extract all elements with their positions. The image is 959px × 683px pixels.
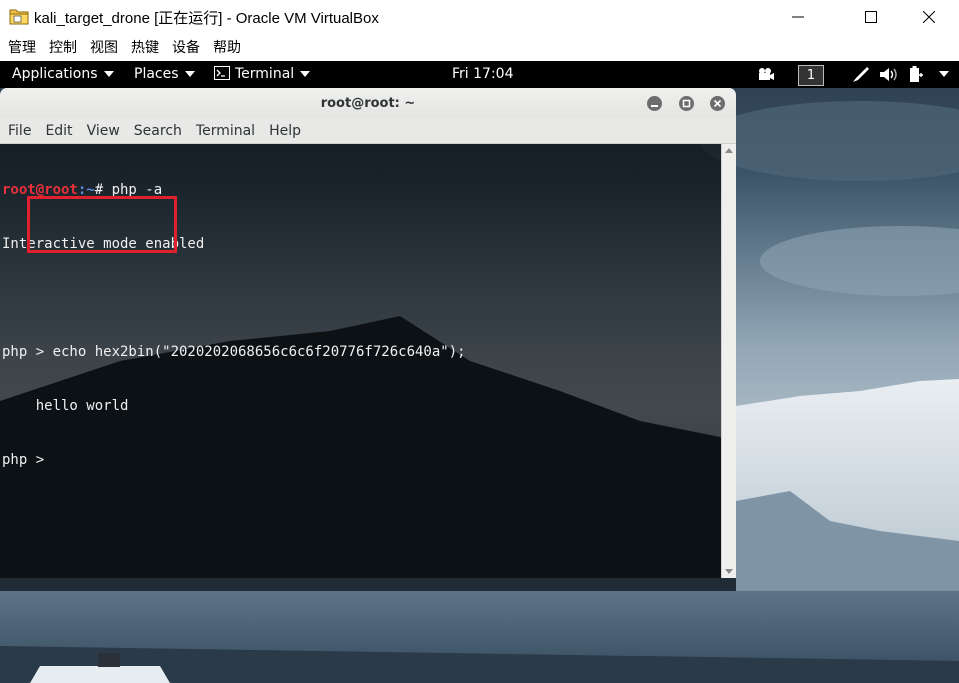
terminal-menu-terminal[interactable]: Terminal xyxy=(189,118,262,143)
menu-control[interactable]: 控制 xyxy=(44,35,82,61)
close-icon xyxy=(923,10,935,23)
red-highlight-annotation xyxy=(27,196,177,253)
terminal-minimize-button[interactable] xyxy=(647,96,662,111)
video-camera-icon[interactable] xyxy=(757,67,775,85)
terminal-line: hello world xyxy=(2,398,129,414)
terminal-icon xyxy=(214,66,230,80)
workspace-indicator[interactable]: 1 xyxy=(798,65,824,86)
terminal-scrollbar[interactable] xyxy=(721,144,736,578)
battery-icon[interactable] xyxy=(908,66,924,87)
vbox-titlebar: kali_target_drone [正在运行] - Oracle VM Vir… xyxy=(0,0,959,33)
virtualbox-folder-icon xyxy=(9,7,29,25)
menu-view[interactable]: 视图 xyxy=(85,35,123,61)
terminal-menubar: File Edit View Search Terminal Help xyxy=(0,118,736,144)
chevron-down-icon xyxy=(300,71,311,77)
close-icon xyxy=(713,99,722,108)
pen-tool-icon[interactable] xyxy=(852,66,870,87)
maximize-button[interactable] xyxy=(848,0,894,33)
terminal-menu-file[interactable]: File xyxy=(0,118,38,143)
volume-icon[interactable] xyxy=(879,67,899,86)
window-title: kali_target_drone [正在运行] - Oracle VM Vir… xyxy=(34,10,379,27)
system-menu-chevron[interactable] xyxy=(933,61,949,88)
minimize-button[interactable] xyxy=(775,0,821,33)
terminal-app-menu[interactable]: Terminal xyxy=(214,61,311,88)
chevron-down-icon xyxy=(184,71,195,77)
terminal-maximize-button[interactable] xyxy=(679,96,694,111)
maximize-icon xyxy=(865,10,877,23)
menu-manage[interactable]: 管理 xyxy=(3,35,41,61)
maximize-icon xyxy=(682,99,691,108)
close-button[interactable] xyxy=(906,0,952,33)
scroll-down-icon[interactable] xyxy=(725,569,733,574)
places-menu[interactable]: Places xyxy=(134,61,195,88)
menu-devices[interactable]: 设备 xyxy=(167,35,205,61)
terminal-menu-search[interactable]: Search xyxy=(127,118,189,143)
chevron-down-icon xyxy=(103,71,114,77)
terminal-line: php > echo hex2bin("2020202068656c6c6f20… xyxy=(2,344,466,360)
terminal-line: php > xyxy=(2,452,53,468)
terminal-headerbar[interactable]: root@root: ~ xyxy=(0,88,736,118)
applications-menu[interactable]: Applications xyxy=(12,61,114,88)
clock[interactable]: Fri 17:04 xyxy=(452,61,513,88)
terminal-menu-view[interactable]: View xyxy=(80,118,127,143)
minimize-icon xyxy=(792,16,804,17)
minimize-icon xyxy=(651,105,658,107)
terminal-close-button[interactable] xyxy=(710,96,725,111)
vbox-menubar: 管理 控制 视图 热键 设备 帮助 xyxy=(0,35,959,61)
terminal-window: root@root: ~ File Edit View Search Termi… xyxy=(0,88,736,578)
chevron-down-icon xyxy=(939,71,949,77)
terminal-menu-edit[interactable]: Edit xyxy=(38,118,79,143)
terminal-title: root@root: ~ xyxy=(320,96,416,111)
terminal-menu-help[interactable]: Help xyxy=(262,118,308,143)
menu-help[interactable]: 帮助 xyxy=(208,35,246,61)
scroll-up-icon[interactable] xyxy=(725,148,733,153)
menu-hotkey[interactable]: 热键 xyxy=(126,35,164,61)
